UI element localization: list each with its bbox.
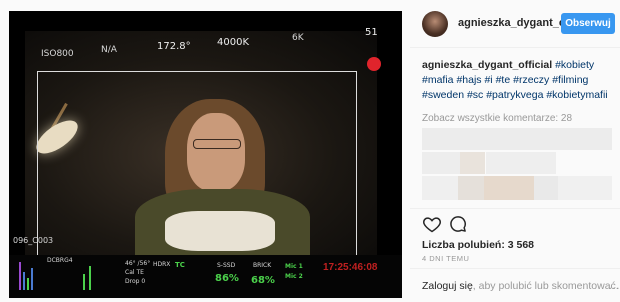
hashtag[interactable]: #hajs [456,74,481,86]
hashtag[interactable]: #te [496,74,511,86]
hud-tc: TC [175,261,185,269]
record-indicator [367,57,381,71]
post-caption: agnieszka_dygant_official #kobiety #mafi… [422,58,618,103]
histogram-bar [23,272,25,290]
comment-icon[interactable] [448,214,468,234]
hud-timecode: 17:25:46:08 [323,262,378,273]
hashtag[interactable]: #i [484,74,492,86]
more-options-icon[interactable]: … [608,278,620,292]
hud-iris: 46° /56° [125,260,151,267]
hud-wb: 4000K [217,37,250,48]
hud-bottom-bar: DCBRG4 46° /56° Cal TE Drop 0 HDRX TC S-… [9,255,402,298]
histogram-bar [31,268,33,290]
blurred-comment [422,152,462,174]
hud-shutter: 172.8° [157,41,191,52]
hud-iso: ISO800 [41,49,74,59]
blurred-comment [460,152,485,174]
follow-button[interactable]: Obserwuj [561,13,615,34]
histogram-bar [83,274,85,290]
post-header: agnieszka_dygant_off Obserwuj [410,0,620,48]
post-sidebar: agnieszka_dygant_off Obserwuj agnieszka_… [410,0,620,302]
blurred-comment [558,176,612,200]
login-link[interactable]: Zaloguj się [422,280,473,292]
hud-media: S-SSD [217,262,236,269]
hashtag[interactable]: #kobietymafii [546,89,607,101]
hashtag[interactable]: #sweden [422,89,464,101]
likes-count[interactable]: Liczba polubień: 3 568 [422,239,534,251]
hashtag[interactable]: #mafia [422,74,454,86]
blurred-comment [422,128,612,150]
hud-brick-pct: 68% [251,275,275,286]
hashtag[interactable]: #filming [552,74,588,86]
hud-slot: 51 [365,27,378,38]
hud-codec: DCBRG4 [47,257,73,264]
blurred-comment [458,176,484,200]
header-username[interactable]: agnieszka_dygant_off [458,17,573,29]
blurred-comment [484,176,534,200]
hud-media-pct: 86% [215,273,239,284]
hud-na: N/A [101,45,117,55]
avatar[interactable] [422,11,448,37]
hashtag[interactable]: #patrykvega [486,89,543,101]
login-prompt-text: , aby polubić lub skomentować. [472,280,619,292]
post-timestamp: 4 DNI TEMU [422,254,470,263]
hud-drop: Drop 0 [125,278,146,285]
hashtag[interactable]: #kobiety [555,59,594,71]
instagram-post: ISO800 N/A 172.8° 4000K 6K 51 096_C003 D… [0,0,620,302]
login-prompt: Zaloguj się, aby polubić lub skomentować… [422,280,619,292]
heart-icon[interactable] [422,214,442,234]
hud-hdrx: HDRX [153,261,171,268]
hud-clip: 096_C003 [13,236,54,245]
blurred-comment [422,176,458,200]
hud-res: 6K [292,33,304,43]
histogram-bar [27,278,29,290]
post-actions: Liczba polubień: 3 568 [410,208,620,258]
hud-cal: Cal TE [125,269,144,276]
post-media[interactable]: ISO800 N/A 172.8° 4000K 6K 51 096_C003 D… [9,11,402,298]
blurred-comment [486,152,556,174]
frame-guide [37,71,357,255]
hud-mic1: Mic 1 [285,263,303,270]
caption-username[interactable]: agnieszka_dygant_official [422,59,552,71]
blurred-comment [534,176,558,200]
hashtag[interactable]: #sc [467,89,483,101]
hud-brick: BRICK [253,262,272,269]
histogram-bar [19,262,21,290]
post-footer: Zaloguj się, aby polubić lub skomentować… [410,268,620,302]
hud-mic2: Mic 2 [285,273,303,280]
hashtag[interactable]: #rzeczy [513,74,549,86]
view-all-comments-link[interactable]: Zobacz wszystkie komentarze: 28 [422,113,572,124]
histogram-bar [89,266,91,290]
